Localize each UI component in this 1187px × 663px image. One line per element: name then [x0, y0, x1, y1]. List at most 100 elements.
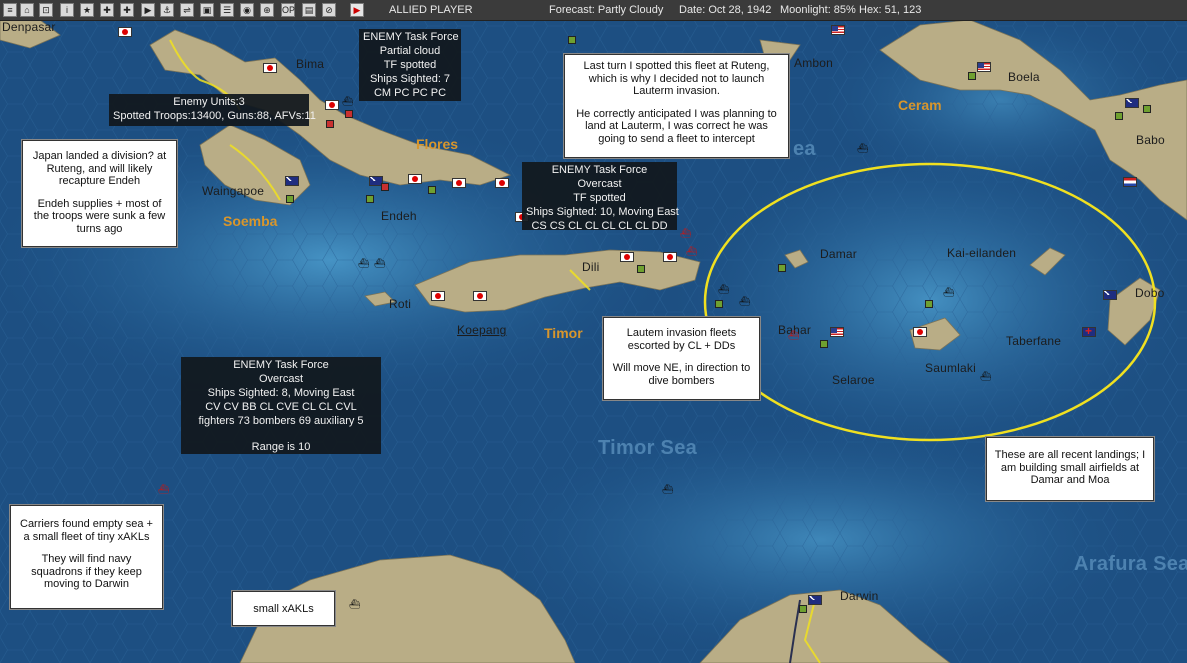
base-flag-16[interactable] [285, 176, 299, 186]
toolbar-button-7[interactable]: ✚ [120, 3, 134, 17]
player-label: ALLIED PLAYER [389, 4, 473, 16]
unit-counter-30[interactable] [820, 340, 828, 348]
ship-icon-9[interactable]: ⛴ [739, 296, 750, 307]
sea-banda-partial: ea [793, 138, 816, 160]
toolbar-button-17[interactable]: ⊘ [322, 3, 336, 17]
base-flag-1[interactable] [118, 27, 132, 37]
ship-icon-12[interactable]: ⛴ [662, 484, 673, 495]
ship-icon-1[interactable]: ⛴ [342, 96, 353, 107]
unit-counter-24[interactable] [968, 72, 976, 80]
place-bima[interactable]: Bima [296, 57, 324, 71]
toolbar-button-3[interactable]: ⊡ [39, 3, 53, 17]
base-flag-15[interactable] [830, 327, 844, 337]
sea-arafura: Arafura Sea [1074, 553, 1187, 575]
task-force-timor[interactable]: ENEMY Task Force Overcast TF spotted Shi… [522, 162, 679, 232]
ship-icon-5[interactable]: ⛴ [358, 258, 369, 269]
base-flag-22[interactable] [1082, 324, 1096, 338]
unit-counter-37[interactable] [326, 120, 334, 128]
task-force-north[interactable]: ENEMY Task Force Partial cloud TF spotte… [359, 29, 461, 101]
unit-counter-35[interactable] [637, 265, 645, 273]
place-taberfane[interactable]: Taberfane [1006, 334, 1061, 348]
base-flag-19[interactable] [1103, 290, 1117, 300]
toolbar-button-5[interactable]: ★ [80, 3, 94, 17]
toolbar-button-18[interactable]: ▶ [350, 3, 364, 17]
note-japan-landed: Japan landed a division? at Ruteng, and … [22, 140, 177, 247]
ship-icon-8[interactable]: ⛴ [718, 284, 729, 295]
place-darwin[interactable]: Darwin [840, 589, 879, 603]
enemy-units-box[interactable]: Enemy Units:3 Spotted Troops:13400, Guns… [109, 94, 316, 126]
place-boela[interactable]: Boela [1008, 70, 1040, 84]
base-flag-20[interactable] [808, 595, 822, 605]
base-flag-18[interactable] [1125, 98, 1139, 108]
place-selaroe[interactable]: Selaroe [832, 373, 875, 387]
base-flag-5[interactable] [452, 178, 466, 188]
ship-icon-14[interactable]: ⛴ [980, 371, 991, 382]
ship-icon-10[interactable]: ⛴ [788, 330, 799, 341]
toolbar-button-11[interactable]: ▣ [200, 3, 214, 17]
task-force-carriers[interactable]: ENEMY Task Force Overcast Ships Sighted:… [181, 357, 381, 454]
toolbar-button-10[interactable]: ⇌ [180, 3, 194, 17]
toolbar-button-6[interactable]: ✚ [100, 3, 114, 17]
note-ruteng: Last turn I spotted this fleet at Ruteng… [564, 54, 789, 158]
base-flag-4[interactable] [408, 174, 422, 184]
base-flag-12[interactable] [913, 327, 927, 337]
unit-counter-33[interactable] [366, 195, 374, 203]
toolbar-button-1[interactable]: ≡ [3, 3, 17, 17]
place-damar[interactable]: Damar [820, 247, 857, 261]
note-small-xakls: small xAKLs [232, 591, 335, 626]
base-flag-8[interactable] [431, 291, 445, 301]
place-ambon[interactable]: Ambon [794, 56, 833, 70]
place-denpasar[interactable]: Denpasar [2, 20, 56, 34]
sea-timor: Timor Sea [598, 437, 698, 459]
toolbar-button-4[interactable]: i [60, 3, 74, 17]
unit-counter-38[interactable] [381, 183, 389, 191]
unit-counter-34[interactable] [428, 186, 436, 194]
base-flag-21[interactable] [1123, 177, 1137, 187]
top-toolbar: ≡ ⌂ ⊡ i ★ ✚ ✚ ▶ ⚓ ⇌ ▣ ☰ ◉ ⊕ OP ▤ ⊘ ▶ ALLIED PLAYER Foreca… [0, 0, 1187, 21]
toolbar-button-9[interactable]: ⚓ [160, 3, 174, 17]
toolbar-button-15[interactable]: OP [281, 3, 295, 17]
place-koepang[interactable]: Koepang [457, 323, 506, 337]
unit-counter-31[interactable] [799, 605, 807, 613]
toolbar-button-12[interactable]: ☰ [220, 3, 234, 17]
note-lautem: Lautem invasion fleets escorted by CL + … [603, 317, 760, 400]
unit-counter-25[interactable] [1115, 112, 1123, 120]
base-flag-11[interactable] [663, 252, 677, 262]
toolbar-button-2[interactable]: ⌂ [20, 3, 34, 17]
base-flag-13[interactable] [831, 25, 845, 35]
place-kai-eilanden[interactable]: Kai-eilanden [947, 246, 1016, 260]
toolbar-button-14[interactable]: ⊕ [260, 3, 274, 17]
base-flag-10[interactable] [620, 252, 634, 262]
unit-counter-29[interactable] [715, 300, 723, 308]
ship-icon-13[interactable]: ⛴ [349, 599, 360, 610]
toolbar-button-16[interactable]: ▤ [302, 3, 316, 17]
unit-counter-32[interactable] [286, 195, 294, 203]
unit-counter-26[interactable] [1143, 105, 1151, 113]
region-soemba: Soemba [223, 213, 278, 229]
toolbar-button-8[interactable]: ▶ [141, 3, 155, 17]
ship-icon-7[interactable]: ⛴ [943, 287, 954, 298]
place-dili[interactable]: Dili [582, 260, 599, 274]
place-babo[interactable]: Babo [1136, 133, 1165, 147]
ship-icon-11[interactable]: ⛴ [158, 484, 169, 495]
base-flag-9[interactable] [473, 291, 487, 301]
ship-icon-2[interactable]: ⛴ [680, 228, 691, 239]
place-saumlaki[interactable]: Saumlaki [925, 361, 976, 375]
unit-counter-23[interactable] [568, 36, 576, 44]
ship-icon-4[interactable]: ⛴ [374, 258, 385, 269]
base-flag-2[interactable] [263, 63, 277, 73]
unit-counter-27[interactable] [778, 264, 786, 272]
base-flag-3[interactable] [325, 100, 339, 110]
place-dobo[interactable]: Dobo [1135, 286, 1165, 300]
toolbar-button-13[interactable]: ◉ [240, 3, 254, 17]
unit-counter-28[interactable] [925, 300, 933, 308]
ship-icon-6[interactable]: ⛴ [857, 143, 868, 154]
place-roti[interactable]: Roti [389, 297, 411, 311]
base-flag-14[interactable] [977, 62, 991, 72]
base-flag-6[interactable] [495, 178, 509, 188]
unit-counter-36[interactable] [345, 110, 353, 118]
place-endeh[interactable]: Endeh [381, 209, 417, 223]
region-flores: Flores [416, 136, 459, 152]
ship-icon-3[interactable]: ⛴ [686, 246, 697, 257]
place-waingapoe[interactable]: Waingapoe [202, 184, 264, 198]
